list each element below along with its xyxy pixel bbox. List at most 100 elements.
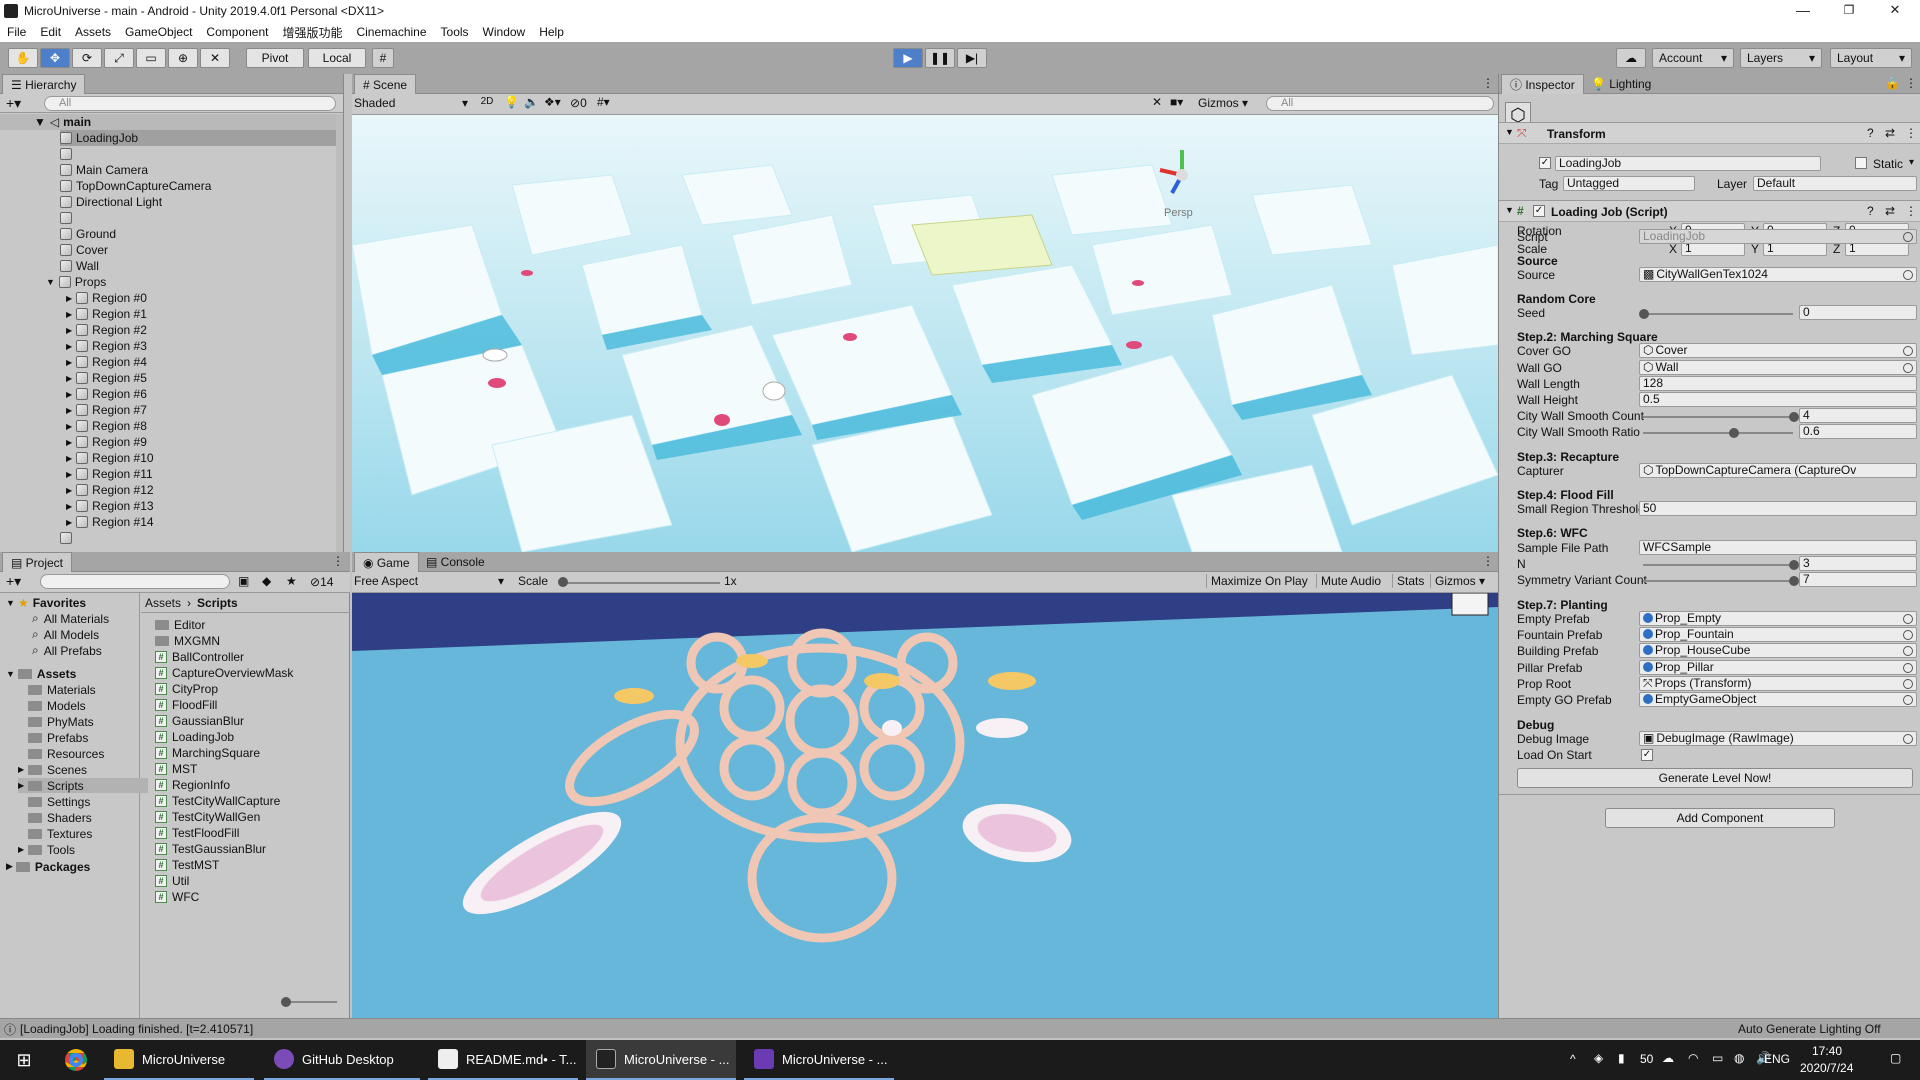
hierarchy-item-region[interactable]: ▶ Region #3 — [66, 338, 147, 354]
smooth-ratio-field[interactable]: 0.6 — [1799, 424, 1917, 439]
pivot-toggle[interactable]: Pivot — [246, 48, 304, 68]
expand-arrow-icon[interactable]: ▶ — [66, 422, 72, 431]
hierarchy-item-props[interactable]: ▼ Props — [46, 274, 106, 290]
symmetry-slider-knob[interactable] — [1789, 576, 1799, 586]
tab-lighting[interactable]: 💡 Lighting — [1583, 74, 1659, 94]
expand-arrow-icon[interactable]: ▶ — [66, 470, 72, 479]
hierarchy-item-region[interactable]: ▶ Region #14 — [66, 514, 154, 530]
hierarchy-item-region[interactable]: ▶ Region #5 — [66, 370, 147, 386]
smooth-count-slider-knob[interactable] — [1789, 412, 1799, 422]
asset-folder[interactable]: Materials — [18, 682, 96, 697]
expand-arrow-icon[interactable]: ▶ — [66, 502, 72, 511]
icon-size-slider-knob[interactable] — [281, 997, 291, 1007]
generate-level-button[interactable]: Generate Level Now! — [1517, 768, 1913, 788]
scale-tool-icon[interactable]: ⤢ — [104, 48, 134, 68]
clock-date[interactable]: 2020/7/24 — [1800, 1061, 1853, 1075]
tray-app-icon[interactable]: ◈ — [1594, 1051, 1603, 1065]
wall-length-field[interactable]: 128 — [1639, 376, 1917, 391]
hierarchy-item-region[interactable]: ▶ Region #10 — [66, 450, 154, 466]
preset-icon[interactable]: ⇄ — [1885, 204, 1895, 218]
prop-root-field[interactable]: ⤧ Props (Transform) — [1639, 676, 1917, 691]
expand-arrow-icon[interactable]: ▶ — [66, 358, 72, 367]
grid-toggle-icon[interactable]: #▾ — [597, 95, 610, 109]
hierarchy-item[interactable] — [60, 210, 76, 226]
hierarchy-item-region[interactable]: ▶ Region #7 — [66, 402, 147, 418]
play-button[interactable]: ▶ — [893, 48, 923, 68]
power-icon[interactable]: ▭ — [1712, 1051, 1723, 1065]
menu-tools[interactable]: Tools — [434, 25, 476, 39]
object-name-input[interactable]: LoadingJob — [1555, 156, 1821, 171]
packages-header[interactable]: ▶ Packages — [6, 859, 90, 874]
local-toggle[interactable]: Local — [308, 48, 366, 68]
favorite-star-icon[interactable]: ★ — [286, 574, 297, 588]
project-file-item[interactable]: # BallController — [155, 649, 244, 664]
chevron-down-icon[interactable]: ▾ — [1909, 157, 1914, 168]
minimize-button[interactable]: — — [1780, 0, 1826, 22]
hierarchy-item-region[interactable]: ▶ Region #8 — [66, 418, 147, 434]
small-region-field[interactable]: 50 — [1639, 501, 1917, 516]
tab-inspector[interactable]: ⓘ Inspector — [1501, 74, 1584, 94]
object-picker-icon[interactable] — [1903, 630, 1913, 640]
seed-slider-knob[interactable] — [1639, 309, 1649, 319]
project-file-item[interactable]: # MST — [155, 761, 197, 776]
menu-component[interactable]: Component — [199, 25, 275, 39]
expand-arrow-icon[interactable]: ▶ — [66, 406, 72, 415]
asset-folder[interactable]: Models — [18, 698, 86, 713]
n-slider[interactable] — [1643, 564, 1793, 566]
object-picker-icon[interactable] — [1903, 695, 1913, 705]
scale-slider-knob[interactable] — [558, 577, 568, 587]
menu-help[interactable]: Help — [532, 25, 571, 39]
menu-assets[interactable]: Assets — [68, 25, 118, 39]
maximize-on-play-toggle[interactable]: Maximize On Play — [1206, 574, 1308, 588]
expand-arrow-icon[interactable]: ▶ — [66, 438, 72, 447]
asset-folder[interactable]: Textures — [18, 826, 92, 841]
seed-field[interactable]: 0 — [1799, 305, 1917, 320]
object-picker-icon[interactable] — [1903, 646, 1913, 656]
game-viewport[interactable] — [352, 593, 1498, 1018]
tab-scene[interactable]: # Scene — [354, 74, 417, 94]
source-field[interactable]: ▩ CityWallGenTex1024 — [1639, 267, 1917, 282]
project-search-input[interactable] — [40, 574, 230, 589]
object-picker-icon[interactable] — [1903, 614, 1913, 624]
scene-viewport[interactable]: Persp — [352, 115, 1498, 552]
static-checkbox[interactable] — [1855, 157, 1867, 169]
rotate-tool-icon[interactable]: ⟳ — [72, 48, 102, 68]
object-picker-icon[interactable] — [1903, 232, 1913, 242]
scene-root-row[interactable]: ▼ ◁ main — [0, 114, 336, 130]
taskbar-app-explorer[interactable]: MicroUniverse — [104, 1040, 254, 1080]
menu-enhanced[interactable]: 增强版功能 — [275, 24, 349, 41]
asset-folder[interactable]: ▶ Scenes — [18, 762, 87, 777]
maximize-button[interactable]: ❐ — [1826, 0, 1872, 22]
transform-tool-icon[interactable]: ⊕ — [168, 48, 198, 68]
hierarchy-item-wall[interactable]: Wall — [60, 258, 99, 274]
hierarchy-item-ground[interactable]: Ground — [60, 226, 116, 242]
breadcrumb-root[interactable]: Assets — [145, 596, 181, 610]
wall-go-field[interactable]: ⬡ Wall — [1639, 360, 1917, 375]
windows-start-icon[interactable]: ⊞ — [0, 1040, 48, 1080]
panel-menu-icon[interactable]: ⋮ — [1482, 76, 1494, 90]
menu-gameobject[interactable]: GameObject — [118, 25, 199, 39]
project-file-item[interactable]: # WFC — [155, 889, 199, 904]
favorites-header[interactable]: ▼ ★ Favorites — [6, 595, 86, 610]
component-enabled-checkbox[interactable]: ✓ — [1533, 205, 1545, 217]
taskbar-app-github[interactable]: GitHub Desktop — [264, 1040, 420, 1080]
expand-arrow-icon[interactable]: ▶ — [66, 326, 72, 335]
object-picker-icon[interactable] — [1903, 663, 1913, 673]
smooth-ratio-slider-knob[interactable] — [1729, 428, 1739, 438]
hierarchy-item-region[interactable]: ▶ Region #13 — [66, 498, 154, 514]
tray-chevron-up-icon[interactable]: ^ — [1570, 1052, 1576, 1066]
project-file-item[interactable]: # CityProp — [155, 681, 218, 696]
favorite-all-materials[interactable]: ⌕ All Materials — [32, 611, 109, 626]
smooth-count-slider[interactable] — [1643, 416, 1793, 418]
asset-folder[interactable]: Prefabs — [18, 730, 88, 745]
onedrive-icon[interactable]: ☁ — [1662, 1051, 1674, 1065]
tab-console[interactable]: ▤ Console — [418, 552, 493, 572]
taskbar-app-typora[interactable]: README.md• - T... — [428, 1040, 578, 1080]
sample-path-field[interactable]: WFCSample — [1639, 540, 1917, 555]
assets-header[interactable]: ▼ Assets — [6, 666, 76, 681]
panel-menu-icon[interactable]: ⋮ — [1905, 76, 1917, 90]
favorite-all-prefabs[interactable]: ⌕ All Prefabs — [32, 643, 102, 658]
panel-menu-icon[interactable]: ⋮ — [1482, 554, 1494, 568]
project-file-item[interactable]: # GaussianBlur — [155, 713, 244, 728]
cover-go-field[interactable]: ⬡ Cover — [1639, 343, 1917, 358]
